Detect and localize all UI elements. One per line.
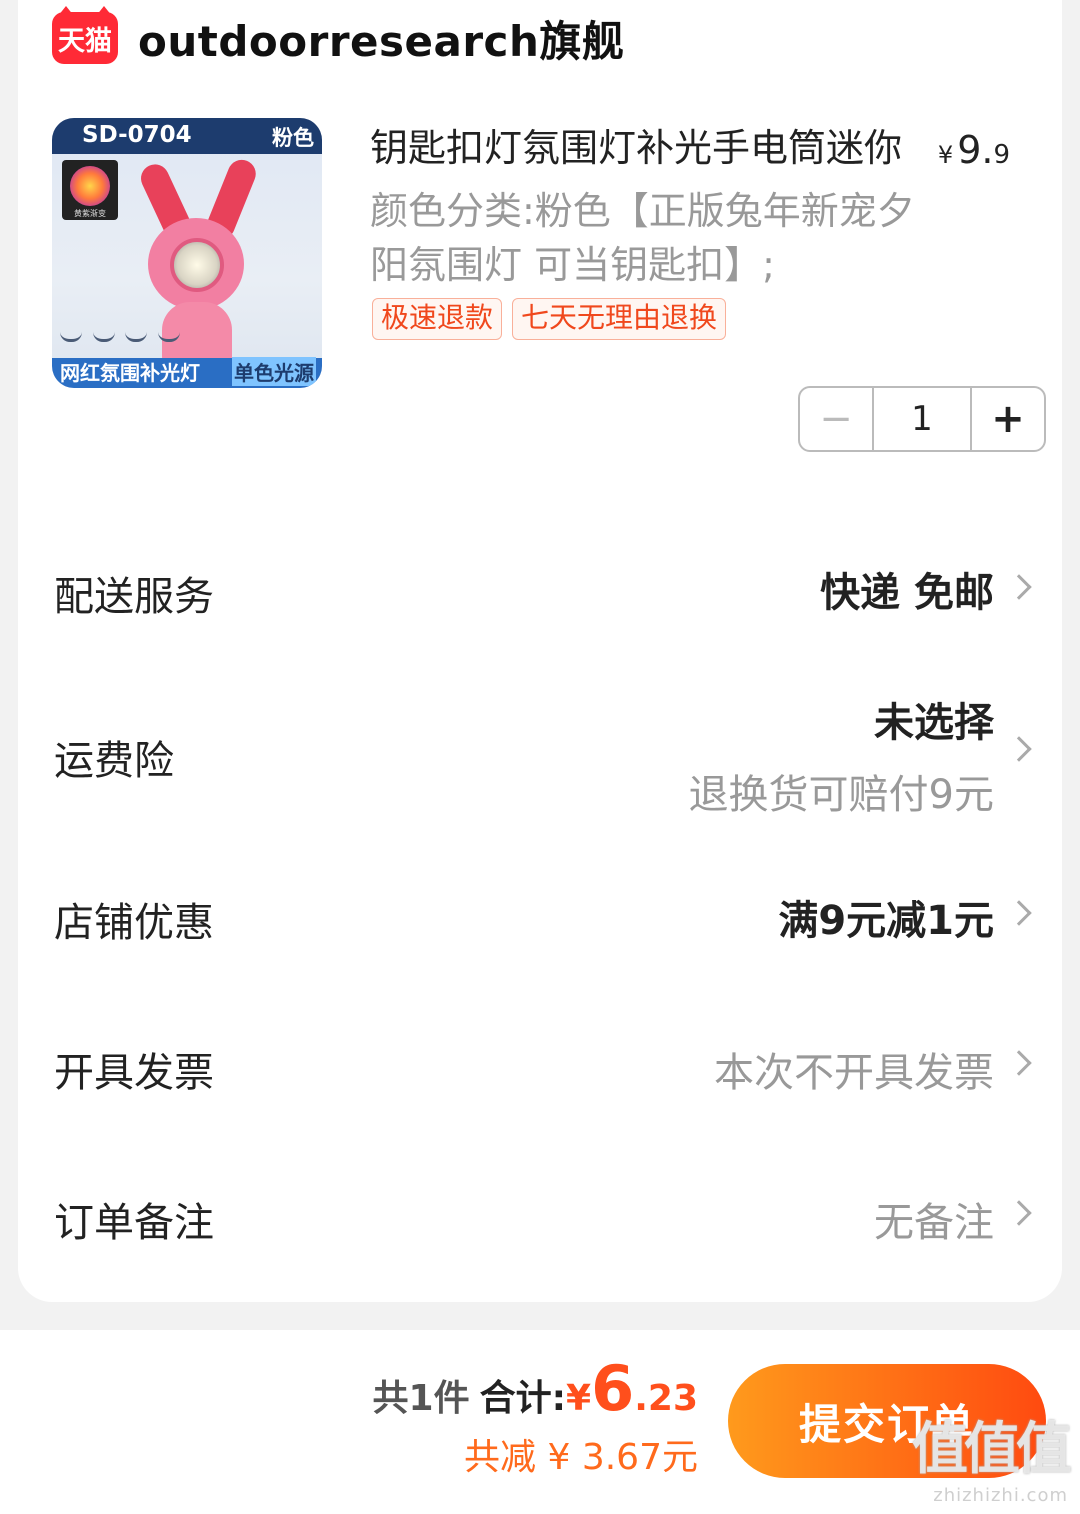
tag-fast-refund: 极速退款 <box>372 298 503 340</box>
feature-icon <box>60 324 82 342</box>
price-integer: 9. <box>957 128 994 172</box>
remark-value: 无备注 <box>874 1200 994 1246</box>
price-decimal: 9 <box>993 140 1010 170</box>
product-sku[interactable]: 颜色分类:粉色【正版兔年新宠夕阳氛围灯 可当钥匙扣】; <box>370 184 930 292</box>
thumbnail-banner-right: 单色光源 <box>232 357 316 386</box>
store-discount-label: 店铺优惠 <box>54 900 214 946</box>
feature-icon <box>92 324 115 342</box>
chevron-right-icon <box>1006 574 1032 600</box>
tmall-logo-text: 天猫 <box>58 25 112 57</box>
service-tags: 极速退款 七天无理由退换 <box>372 298 727 340</box>
bunny-lens <box>170 238 224 292</box>
tmall-logo: 天猫 <box>52 6 118 64</box>
quantity-stepper[interactable]: − 1 + <box>798 386 1046 452</box>
sunset-glow <box>70 166 110 206</box>
shipping-insurance-row[interactable]: 运费险 未选择 退换货可赔付9元 <box>54 690 1032 818</box>
site-watermark: 值值值 zhizhizhi.com <box>912 1404 1072 1506</box>
invoice-value: 本次不开具发票 <box>714 1050 994 1096</box>
price-currency: ¥ <box>937 141 954 169</box>
decrease-quantity-button[interactable]: − <box>800 388 872 450</box>
thumbnail-banner-left: 网红氛围补光灯 <box>60 361 200 385</box>
store-discount-value: 满9元减1元 <box>778 898 994 944</box>
product-price: ¥9.9 <box>938 128 1010 172</box>
order-remark-row[interactable]: 订单备注 无备注 <box>54 1186 1032 1246</box>
total-currency: ¥ <box>566 1378 592 1419</box>
sunset-label: 黄紫渐变 <box>74 209 106 218</box>
feature-icon <box>125 324 148 342</box>
chevron-right-icon <box>1006 1200 1032 1226</box>
chevron-right-icon <box>1006 900 1032 926</box>
watermark-logo: 值值值 <box>912 1417 1072 1482</box>
feature-icon <box>157 324 180 342</box>
order-card: 天猫 outdoorresearch旗舰 SD-0704 粉色 黄紫渐变 网红氛… <box>18 0 1062 1302</box>
delivery-label: 配送服务 <box>54 574 214 620</box>
tag-seven-day-return: 七天无理由退换 <box>512 298 727 340</box>
delivery-value: 快递 免邮 <box>820 570 994 616</box>
insurance-sub: 退换货可赔付9元 <box>688 772 994 818</box>
chevron-right-icon <box>1006 1050 1032 1076</box>
remark-label: 订单备注 <box>54 1200 214 1246</box>
chevron-right-icon <box>1006 736 1032 762</box>
total-integer: 6 <box>591 1352 635 1425</box>
invoice-row[interactable]: 开具发票 本次不开具发票 <box>54 1036 1032 1096</box>
store-discount-row[interactable]: 店铺优惠 满9元减1元 <box>54 886 1032 946</box>
product-title[interactable]: 钥匙扣灯氛围灯补光手电筒迷你 <box>370 124 940 172</box>
thumbnail-model-text: SD-0704 <box>82 122 192 148</box>
invoice-label: 开具发票 <box>54 1050 214 1096</box>
shop-name[interactable]: outdoorresearch旗舰 <box>138 8 624 69</box>
product-thumbnail[interactable]: SD-0704 粉色 黄紫渐变 网红氛围补光灯 单色光源 <box>52 118 322 388</box>
thumbnail-feature-icons <box>60 324 180 354</box>
total-savings: 共减 ¥ 3.67元 <box>464 1437 698 1478</box>
insurance-label: 运费险 <box>54 738 174 784</box>
delivery-row[interactable]: 配送服务 快递 免邮 <box>54 560 1032 620</box>
thumbnail-color-text: 粉色 <box>272 126 314 150</box>
order-total: 共1件 合计:¥6.23 <box>373 1352 698 1425</box>
quantity-value[interactable]: 1 <box>872 388 972 450</box>
thumbnail-sunset-inset: 黄紫渐变 <box>62 160 118 220</box>
insurance-value: 未选择 <box>874 700 994 746</box>
item-count: 共1件 <box>372 1378 470 1419</box>
shop-header[interactable]: 天猫 outdoorresearch旗舰 <box>52 6 624 69</box>
total-label: 合计: <box>479 1378 567 1419</box>
total-decimal: .23 <box>634 1378 698 1419</box>
watermark-url: zhizhizhi.com <box>933 1485 1068 1506</box>
increase-quantity-button[interactable]: + <box>972 388 1044 450</box>
